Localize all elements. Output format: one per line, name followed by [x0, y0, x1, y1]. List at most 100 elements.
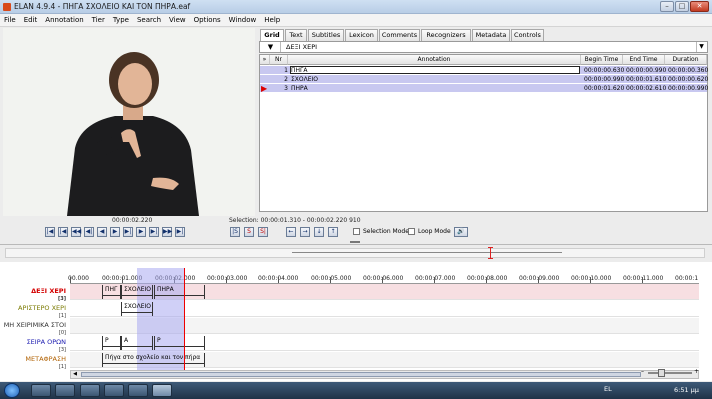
menu-type[interactable]: Type — [109, 14, 133, 24]
previous-ms-button[interactable]: ◀ — [97, 227, 107, 237]
menu-edit[interactable]: Edit — [20, 14, 42, 24]
close-button[interactable]: ✕ — [690, 1, 709, 12]
tier-name-label: ΜΗ ΧΕΙΡΙΜΙΚΑ ΣΤΟΙ — [3, 321, 66, 329]
zoom-slider-thumb[interactable] — [658, 369, 665, 377]
play-marker-icon: ▶ — [261, 84, 268, 93]
down-arrow-button[interactable]: ↓ — [314, 227, 324, 237]
row-annotation[interactable]: ΠΗΓΑ — [290, 66, 580, 74]
annotation-underline — [155, 295, 204, 296]
tab-recognizers[interactable]: Recognizers — [421, 29, 471, 41]
taskbar-browser-icon[interactable] — [104, 384, 124, 397]
ruler-label: 00:00:10.000 — [571, 275, 612, 282]
scrollbar-thumb[interactable] — [81, 372, 641, 377]
start-button[interactable] — [4, 383, 20, 398]
grid-header-duration[interactable]: Duration — [665, 55, 707, 65]
menu-window[interactable]: Window — [225, 14, 261, 24]
current-time-readout: 00:00:02.220 — [112, 217, 153, 224]
tab-metadata[interactable]: Metadata — [472, 29, 510, 41]
taskbar-folder-icon[interactable] — [80, 384, 100, 397]
annotation-block[interactable]: P — [154, 336, 205, 350]
play-selection-button[interactable]: |S — [230, 227, 240, 237]
table-row[interactable]: 1 ΠΗΓΑ 00:00:00.630 00:00:00.990 00:00:0… — [260, 66, 708, 75]
menu-tier[interactable]: Tier — [88, 14, 109, 24]
previous-second-button[interactable]: ◀◀ — [71, 227, 81, 237]
menu-search[interactable]: Search — [133, 14, 165, 24]
tier-name-left-hand[interactable]: ΑΡΙΣΤΕΡΟ ΧΕΡΙ [1] — [2, 304, 66, 320]
grid-header-begin[interactable]: Begin Time — [581, 55, 623, 65]
selection-end-button[interactable]: S| — [258, 227, 268, 237]
taskbar-app-icon[interactable] — [31, 384, 51, 397]
annotation-block[interactable]: P — [102, 336, 121, 350]
go-to-end-button[interactable]: ▶| — [175, 227, 185, 237]
menu-help[interactable]: Help — [260, 14, 284, 24]
next-frame-button[interactable]: ▶| — [149, 227, 159, 237]
annotation-underline — [103, 295, 120, 296]
annotation-block[interactable]: ΣΧΟΛΕΙΟ — [121, 302, 153, 316]
left-arrow-button[interactable]: ← — [286, 227, 296, 237]
annotation-grid[interactable]: » Nr Annotation Begin Time End Time Dura… — [259, 54, 708, 212]
tier-count: [1] — [58, 364, 66, 370]
scroll-left-icon[interactable]: ◀ — [71, 371, 79, 378]
tier-name-right-hand[interactable]: ΔΕΞΙ ΧΕΡΙ [3] — [2, 287, 66, 303]
annotation-block[interactable]: ΠΗΓ — [102, 285, 121, 299]
splitter[interactable] — [0, 244, 712, 245]
selection-mode-checkbox[interactable] — [353, 228, 360, 235]
overview-ruler[interactable] — [5, 247, 705, 259]
menu-annotation[interactable]: Annotation — [41, 14, 87, 24]
menu-view[interactable]: View — [165, 14, 190, 24]
tier-selector-button[interactable]: ▼ — [261, 42, 281, 52]
annotation-block[interactable]: ΠΗΡΑ — [154, 285, 205, 299]
tier-name-non-manual[interactable]: ΜΗ ΧΕΙΡΙΜΙΚΑ ΣΤΟΙ [0] — [2, 321, 66, 337]
ruler-tick — [330, 277, 331, 283]
tab-text[interactable]: Text — [285, 29, 307, 41]
tab-controls[interactable]: Controls — [511, 29, 544, 41]
horizontal-scrollbar[interactable]: ◀ — [70, 370, 699, 379]
tab-lexicon[interactable]: Lexicon — [345, 29, 378, 41]
selection-mode-label: Selection Mode — [363, 228, 409, 235]
tier-name-order[interactable]: ΣΕΙΡΑ ΟΡΩΝ [3] — [2, 338, 66, 354]
grid-header-nr[interactable]: Nr — [270, 55, 288, 65]
tab-grid[interactable]: Grid — [260, 29, 284, 41]
taskbar-app-icon[interactable] — [55, 384, 75, 397]
zoom-out-icon[interactable]: – — [641, 368, 644, 375]
menu-options[interactable]: Options — [190, 14, 225, 24]
table-row[interactable]: 2 ΣΧΟΛΕΙΟ 00:00:00.990 00:00:01.610 00:0… — [260, 75, 708, 84]
language-indicator[interactable]: EL — [604, 385, 612, 393]
loop-mode-checkbox[interactable] — [408, 228, 415, 235]
next-second-button[interactable]: ▶▶ — [162, 227, 172, 237]
previous-pixel-button[interactable]: ▶ — [110, 227, 120, 237]
previous-scrollview-button[interactable]: |◀ — [58, 227, 68, 237]
right-arrow-button[interactable]: → — [300, 227, 310, 237]
volume-icon[interactable]: 🔊 — [454, 227, 468, 237]
go-to-begin-button[interactable]: |◀ — [45, 227, 55, 237]
zoom-slider-track[interactable] — [648, 372, 692, 374]
video-viewer[interactable] — [3, 28, 255, 216]
system-clock[interactable]: 6:51 μμ — [674, 386, 699, 394]
menu-file[interactable]: File — [0, 14, 20, 24]
ruler-tick — [278, 277, 279, 283]
taskbar-app-icon[interactable] — [128, 384, 148, 397]
next-pixel-button[interactable]: ▶ — [136, 227, 146, 237]
chevron-down-icon[interactable]: ▼ — [696, 42, 706, 52]
annotation-underline — [103, 363, 204, 364]
tier-selector[interactable]: ▼ ΔΕΞΙ ΧΕΡΙ ▼ — [259, 41, 708, 53]
table-row[interactable]: ▶ 3 ΠΗΡΑ 00:00:01.620 00:00:02.610 00:00… — [260, 84, 708, 93]
taskbar-elan-icon[interactable] — [152, 384, 172, 397]
splitter-handle[interactable] — [350, 241, 360, 243]
maximize-button[interactable]: □ — [675, 1, 689, 12]
previous-frame-button[interactable]: ◀| — [84, 227, 94, 237]
tier-name-translation[interactable]: ΜΕΤΑΦΡΑΣΗ [1] — [2, 355, 66, 371]
crosshair[interactable] — [184, 268, 185, 370]
tab-subtitles[interactable]: Subtitles — [308, 29, 344, 41]
annotation-block[interactable]: A — [121, 336, 153, 350]
play-pause-button[interactable]: ▶| — [123, 227, 133, 237]
tab-comments[interactable]: Comments — [379, 29, 420, 41]
up-arrow-button[interactable]: ↑ — [328, 227, 338, 237]
grid-header-annotation[interactable]: Annotation — [288, 55, 581, 65]
zoom-in-icon[interactable]: + — [694, 368, 699, 375]
annotation-block[interactable]: Πήγα στο σχολείο και τον πήρα — [102, 353, 205, 367]
clear-selection-button[interactable]: S — [244, 227, 254, 237]
grid-header-end[interactable]: End Time — [623, 55, 665, 65]
annotation-block[interactable]: ΣΧΟΛΕΙΟ — [121, 285, 153, 299]
minimize-button[interactable]: – — [660, 1, 674, 12]
